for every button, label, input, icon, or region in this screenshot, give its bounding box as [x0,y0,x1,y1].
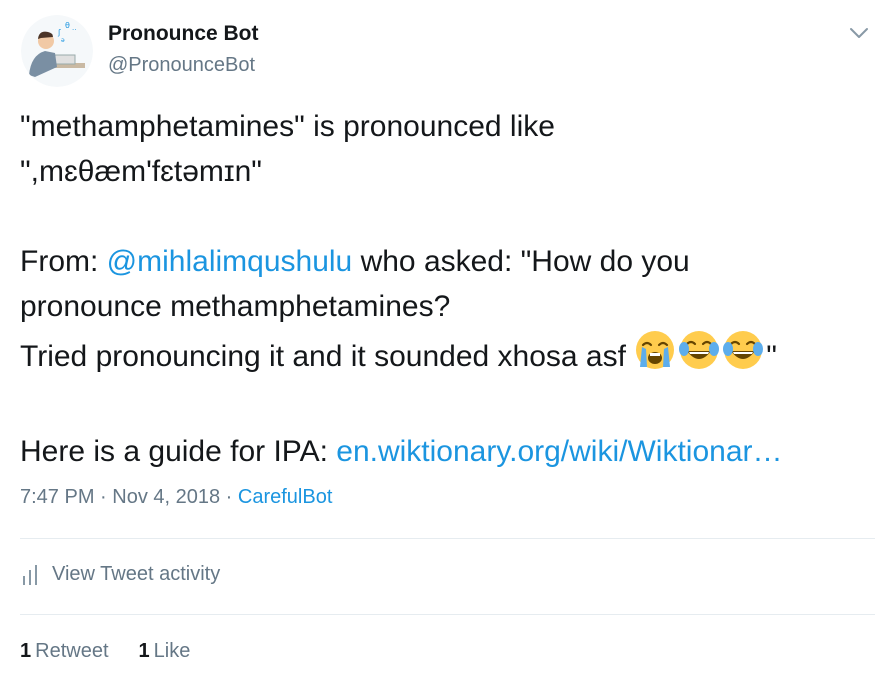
tweet-line-text: "methamphetamines" is pronounced like [20,110,555,143]
avatar[interactable]: ʃ θ .. ə [21,15,93,87]
face-with-tears-of-joy-icon [722,329,764,384]
guide-label: Here is a guide for IPA: [20,435,337,468]
tweet-line: From: @mihlalimqushulu who asked: "How d… [20,239,880,284]
closing-quote: " [766,340,777,373]
svg-text:..: .. [72,24,76,32]
view-tweet-activity-button[interactable]: View Tweet activity [22,563,220,586]
svg-text:θ: θ [65,21,70,30]
ipa-transcription: ",mɛθæm'fɛtəmɪn" [20,155,262,188]
retweet-count-link[interactable]: 1 Retweet [20,640,109,663]
tweet-line: Here is a guide for IPA: en.wiktionary.o… [20,429,880,474]
display-name[interactable]: Pronounce Bot [108,22,259,46]
timestamp[interactable]: 7:47 PM · Nov 4, 2018 [20,486,220,508]
tweet-meta: 7:47 PM · Nov 4, 2018 · CarefulBot [20,486,332,509]
meta-separator: · [220,486,238,508]
retweet-count: 1 [20,640,32,662]
svg-text:ʃ: ʃ [57,28,61,37]
from-label: From: [20,245,107,278]
divider [20,538,875,539]
wiktionary-link[interactable]: en.wiktionary.org/wiki/Wiktionar… [336,435,782,468]
tweet-line-text: Tried pronouncing it and it sounded xhos… [20,340,635,373]
tweet-line: pronounce methamphetamines? [20,284,880,329]
svg-text:ə: ə [61,37,65,44]
mention-link[interactable]: @mihlalimqushulu [107,245,353,278]
tweet-line-text: who asked: "How do you [352,245,690,278]
user-handle[interactable]: @PronounceBot [108,54,255,77]
tweet-blank-line [20,384,880,429]
like-count-link[interactable]: 1 Like [139,640,191,663]
person-speaking-icon: ʃ θ .. ə [21,15,93,87]
activity-label: View Tweet activity [52,563,221,585]
chevron-down-icon[interactable] [848,24,870,42]
engagement-stats: 1 Retweet 1 Like [20,640,220,663]
tweet-text: "methamphetamines" is pronounced like ",… [20,104,880,474]
divider [20,614,875,615]
tweet-line: "methamphetamines" is pronounced like [20,104,880,149]
bar-chart-icon [23,564,37,585]
face-with-tears-of-joy-icon [678,329,720,384]
tweet-line: ",mɛθæm'fɛtəmɪn" [20,149,880,194]
tweet-blank-line [20,194,880,239]
loudly-crying-face-icon [634,329,676,384]
retweet-label: Retweet [35,640,109,662]
like-label: Like [153,640,191,662]
tweet-line-text: pronounce methamphetamines? [20,290,451,323]
tweet-line: Tried pronouncing it and it sounded xhos… [20,329,880,384]
source-app-link[interactable]: CarefulBot [238,486,333,508]
like-count: 1 [138,640,150,662]
